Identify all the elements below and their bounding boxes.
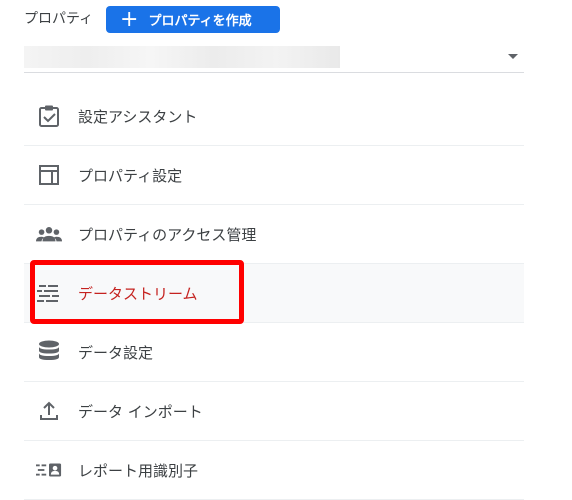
property-layout-icon <box>36 162 62 188</box>
menu-item-data-import[interactable]: データ インポート <box>24 382 524 441</box>
identity-card-icon <box>36 457 62 483</box>
menu-item-label: レポート用識別子 <box>78 461 199 480</box>
upload-icon <box>36 398 62 424</box>
menu-item-data-streams[interactable]: データストリーム <box>24 264 524 323</box>
database-icon <box>36 339 62 365</box>
clipboard-check-icon <box>36 103 62 129</box>
menu-item-label: データ設定 <box>78 343 154 362</box>
menu-item-label: データストリーム <box>78 284 198 303</box>
property-header-label: プロパティ <box>24 11 94 27</box>
plus-icon: + <box>120 6 139 32</box>
menu-item-label: プロパティ設定 <box>78 166 183 185</box>
dropdown-arrow-icon <box>508 54 518 59</box>
people-icon <box>36 221 62 247</box>
create-property-label: プロパティを作成 <box>148 14 252 29</box>
menu-item-property-settings[interactable]: プロパティ設定 <box>24 146 524 205</box>
data-streams-icon <box>36 280 62 306</box>
menu-item-setup-assistant[interactable]: 設定アシスタント <box>24 87 524 146</box>
menu-item-label: プロパティのアクセス管理 <box>78 225 257 244</box>
menu-item-property-access-management[interactable]: プロパティのアクセス管理 <box>24 205 524 264</box>
create-property-button[interactable]: + プロパティを作成 <box>106 6 280 33</box>
menu-item-data-settings[interactable]: データ設定 <box>24 323 524 382</box>
property-selector-value <box>24 46 340 68</box>
menu-item-label: 設定アシスタント <box>78 107 198 126</box>
menu-item-reporting-identity[interactable]: レポート用識別子 <box>24 441 524 500</box>
menu-item-label: データ インポート <box>78 402 203 421</box>
property-menu: 設定アシスタント プロパティ設定 プロパティのアクセス管理 データストリーム デ… <box>24 87 524 500</box>
property-selector[interactable] <box>24 44 524 73</box>
